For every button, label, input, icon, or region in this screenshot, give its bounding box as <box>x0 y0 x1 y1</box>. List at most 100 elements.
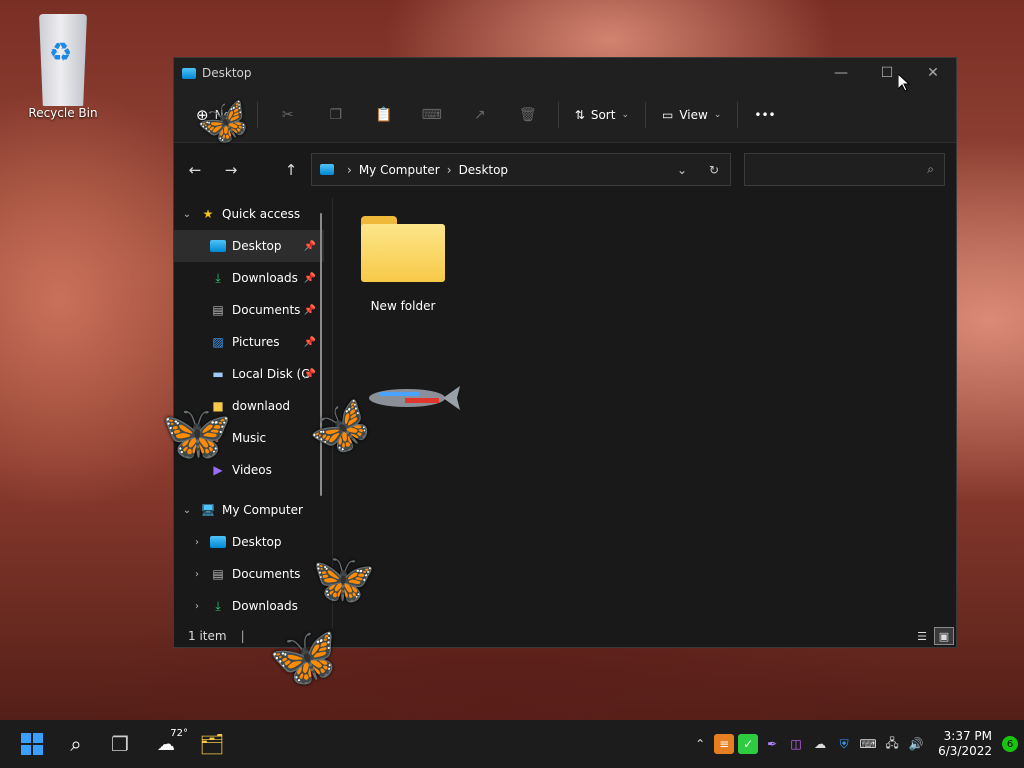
chevron-down-icon[interactable]: ⌄ <box>180 505 194 516</box>
back-arrow-icon[interactable]: ← <box>180 155 210 185</box>
sidebar-item-my-computer[interactable]: ⌄ 🖥 My Computer <box>174 494 324 526</box>
sidebar-item-desktop[interactable]: Desktop 📌 <box>174 230 324 262</box>
sort-label: Sort <box>590 108 616 122</box>
pin-icon: 📌 <box>303 240 316 252</box>
rename-icon[interactable]: ⌨ <box>419 102 445 128</box>
system-tray: ⌃ ≡ ✓ ✒ ◫ ☁ ⛨ ⌨ 🖧 🔊 3:37 PM 6/3/2022 6 <box>690 729 1024 759</box>
desktop-icon <box>210 239 226 253</box>
volume-icon[interactable]: 🔊 <box>906 734 926 754</box>
cut-icon[interactable]: ✂ <box>275 102 301 128</box>
details-view-icon[interactable]: ☰ <box>912 627 932 645</box>
item-count: 1 item <box>188 629 227 643</box>
clock[interactable]: 3:37 PM 6/3/2022 <box>938 729 992 759</box>
view-button[interactable]: ▭ View ⌄ <box>652 99 731 131</box>
sidebar-item-label: Desktop <box>232 535 282 549</box>
search-input[interactable]: ⌕ <box>744 153 945 186</box>
recycle-bin-icon: ♻ <box>35 12 91 106</box>
app-tray-icon[interactable]: ≡ <box>714 734 735 754</box>
butterfly-icon: 🦋 <box>264 620 345 697</box>
sidebar-item-label: Music <box>232 431 267 445</box>
windows-logo-icon <box>21 733 43 755</box>
download-icon: ⤓ <box>215 598 221 613</box>
clock-time: 3:37 PM <box>943 729 992 743</box>
sidebar-item-label: Quick access <box>222 207 301 221</box>
sidebar-item-label: Downloads <box>232 599 298 613</box>
folder-icon <box>361 216 445 282</box>
clock-date: 6/3/2022 <box>938 744 992 758</box>
chevron-right-icon[interactable]: › <box>190 569 204 580</box>
up-arrow-icon[interactable]: ↑ <box>276 155 306 185</box>
folder-item-new-folder[interactable]: New folder <box>358 216 448 313</box>
network-icon[interactable]: 🖧 <box>882 734 902 754</box>
sidebar-item-local-disk[interactable]: ▬ Local Disk (C 📌 <box>174 358 324 390</box>
sidebar-item-pc-downloads[interactable]: › ⤓ Downloads <box>174 590 324 622</box>
sort-button[interactable]: ⇅ Sort ⌄ <box>565 99 639 131</box>
desktop-icon-recycle-bin[interactable]: ♻ Recycle Bin <box>26 12 100 120</box>
breadcrumb-chevron-icon: › <box>446 162 452 177</box>
check-shield-icon[interactable]: ✓ <box>738 734 759 754</box>
search-button[interactable]: ⌕ <box>54 722 98 766</box>
notification-badge[interactable]: 6 <box>1002 736 1018 752</box>
pin-icon: 📌 <box>303 272 316 284</box>
status-divider: | <box>240 629 245 643</box>
sidebar-item-label: Pictures <box>232 335 280 349</box>
tiles-view-icon[interactable]: ▣ <box>934 627 954 645</box>
toolbar-divider <box>737 102 739 128</box>
sidebar-item-pc-documents[interactable]: › ▤ Documents <box>174 558 324 590</box>
document-icon: ▤ <box>212 567 224 581</box>
file-explorer-window: Desktop — ☐ ✕ ⊕ New ✂ ❐ 📋 ⌨ ↗ 🗑 ⇅ Sort ⌄… <box>173 57 957 648</box>
title-bar[interactable]: Desktop — ☐ ✕ <box>174 58 956 88</box>
share-icon[interactable]: ↗ <box>467 102 493 128</box>
chevron-down-icon[interactable]: ⌄ <box>666 163 698 177</box>
pin-icon: 📌 <box>303 304 316 316</box>
start-button[interactable] <box>10 722 54 766</box>
chevron-down-icon[interactable]: ⌄ <box>180 209 194 220</box>
breadcrumb-chevron-icon: › <box>347 162 352 177</box>
navigation-row: ← → ↑ › My Computer › Desktop ⌄ ↻ ⌕ <box>174 144 958 196</box>
forward-arrow-icon[interactable]: → <box>216 155 246 185</box>
drive-icon: ▬ <box>212 367 224 381</box>
chevron-up-icon[interactable]: ⌃ <box>690 734 710 754</box>
pin-icon: 📌 <box>303 368 316 380</box>
feather-icon[interactable]: ✒ <box>762 734 782 754</box>
task-view-icon: ❐ <box>111 732 129 756</box>
sort-icon: ⇅ <box>574 108 585 122</box>
address-bar[interactable]: › My Computer › Desktop ⌄ ↻ <box>311 153 731 186</box>
sidebar-item-pictures[interactable]: ▨ Pictures 📌 <box>174 326 324 358</box>
breadcrumb-root[interactable]: My Computer <box>359 163 440 177</box>
sidebar-item-label: Documents <box>232 303 301 317</box>
see-more-button[interactable]: ••• <box>744 99 785 131</box>
app-badge-icon[interactable]: ◫ <box>786 734 806 754</box>
mouse-cursor-icon <box>898 74 910 92</box>
widgets-button[interactable]: ☁ 72° <box>142 722 190 766</box>
toolbar-divider <box>256 102 258 128</box>
chevron-right-icon[interactable]: › <box>190 537 204 548</box>
task-view-button[interactable]: ❐ <box>98 722 142 766</box>
toolbar-divider <box>644 102 646 128</box>
minimize-button[interactable]: — <box>818 58 864 88</box>
chevron-down-icon: ⌄ <box>621 110 629 120</box>
breadcrumb-current[interactable]: Desktop <box>459 163 509 177</box>
refresh-icon[interactable]: ↻ <box>698 163 730 177</box>
copy-icon[interactable]: ❐ <box>323 102 349 128</box>
desktop-icon <box>210 535 226 549</box>
pin-icon: 📌 <box>303 336 316 348</box>
computer-icon: 🖥 <box>200 503 216 517</box>
cloud-off-icon[interactable]: ☁ <box>810 734 830 754</box>
keyboard-icon[interactable]: ⌨ <box>858 734 878 754</box>
close-button[interactable]: ✕ <box>910 58 956 88</box>
sidebar-item-quick-access[interactable]: ⌄ ★ Quick access <box>174 198 324 230</box>
sidebar-item-pc-desktop[interactable]: › Desktop <box>174 526 324 558</box>
security-warning-icon[interactable]: ⛨ <box>834 734 854 754</box>
paste-icon[interactable]: 📋 <box>371 102 397 128</box>
file-explorer-icon: 🗂 <box>199 732 225 756</box>
sidebar-item-documents[interactable]: ▤ Documents 📌 <box>174 294 324 326</box>
sidebar-item-label: My Computer <box>222 503 303 517</box>
delete-icon[interactable]: 🗑 <box>515 102 541 128</box>
sidebar-item-label: Documents <box>232 567 301 581</box>
chevron-right-icon[interactable]: › <box>190 601 204 612</box>
sidebar-item-downloads[interactable]: ⤓ Downloads 📌 <box>174 262 324 294</box>
file-explorer-taskbar-button[interactable]: 🗂 <box>190 722 234 766</box>
recycle-bin-label: Recycle Bin <box>28 106 98 120</box>
sidebar-item-label: Local Disk (C <box>232 367 310 381</box>
